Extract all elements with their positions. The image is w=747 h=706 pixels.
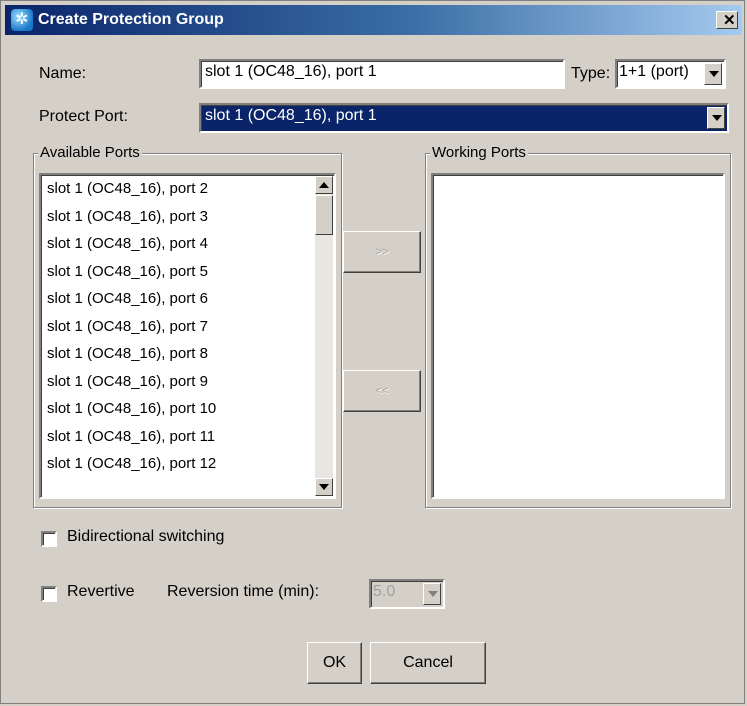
reversion-time-select[interactable]: 5.0 (369, 579, 445, 609)
list-item[interactable]: slot 1 (OC48_16), port 12 (47, 455, 216, 472)
available-ports-title: Available Ports (38, 144, 142, 161)
add-port-button[interactable]: >> (343, 231, 421, 273)
list-item[interactable]: slot 1 (OC48_16), port 11 (47, 428, 215, 445)
list-item[interactable]: slot 1 (OC48_16), port 6 (47, 290, 208, 307)
available-ports-scrollbar[interactable] (315, 176, 333, 496)
remove-port-button[interactable]: << (343, 370, 421, 412)
name-input-value: slot 1 (OC48_16), port 1 (205, 63, 377, 80)
revertive-checkbox[interactable] (41, 586, 57, 602)
protect-port-value: slot 1 (OC48_16), port 1 (205, 107, 377, 124)
type-dropdown-arrow-icon[interactable] (704, 63, 722, 85)
bidirectional-checkbox[interactable] (41, 531, 57, 547)
reversion-time-label: Reversion time (min): (167, 583, 320, 600)
title-bar[interactable]: ✲ Create Protection Group ✕ (5, 5, 742, 35)
scroll-thumb[interactable] (315, 195, 333, 235)
list-item[interactable]: slot 1 (OC48_16), port 8 (47, 345, 208, 362)
close-icon: ✕ (723, 12, 736, 29)
list-item[interactable]: slot 1 (OC48_16), port 10 (47, 400, 216, 417)
dialog-title: Create Protection Group (38, 11, 224, 28)
close-button[interactable]: ✕ (716, 11, 738, 29)
list-item[interactable]: slot 1 (OC48_16), port 7 (47, 318, 208, 335)
available-ports-list[interactable]: slot 1 (OC48_16), port 2 slot 1 (OC48_16)… (39, 173, 336, 499)
cancel-button[interactable]: Cancel (370, 642, 486, 684)
ok-button[interactable]: OK (307, 642, 362, 684)
list-item[interactable]: slot 1 (OC48_16), port 4 (47, 235, 208, 252)
app-icon: ✲ (11, 9, 33, 31)
list-item[interactable]: slot 1 (OC48_16), port 3 (47, 208, 208, 225)
name-input[interactable]: slot 1 (OC48_16), port 1 (199, 59, 565, 89)
working-ports-list[interactable] (431, 173, 725, 499)
type-select[interactable]: 1+1 (port) (615, 59, 726, 89)
name-label: Name: (39, 65, 87, 82)
list-item[interactable]: slot 1 (OC48_16), port 5 (47, 263, 208, 280)
protection-group-dialog: ✲ Create Protection Group ✕ Name: slot 1… (0, 0, 745, 704)
protect-port-dropdown-arrow-icon[interactable] (707, 107, 725, 129)
revertive-label: Revertive (67, 583, 135, 600)
list-item[interactable]: slot 1 (OC48_16), port 9 (47, 373, 208, 390)
scroll-up-icon[interactable] (315, 176, 333, 194)
list-item[interactable]: slot 1 (OC48_16), port 2 (47, 180, 208, 197)
protect-port-label: Protect Port: (39, 108, 128, 125)
type-label: Type: (571, 65, 611, 82)
reversion-dropdown-arrow-icon[interactable] (423, 583, 441, 605)
type-select-value: 1+1 (port) (619, 63, 689, 80)
protect-port-select[interactable]: slot 1 (OC48_16), port 1 (199, 103, 729, 133)
reversion-time-value: 5.0 (373, 583, 396, 600)
working-ports-title: Working Ports (430, 144, 528, 161)
scroll-down-icon[interactable] (315, 478, 333, 496)
bidirectional-label: Bidirectional switching (67, 528, 225, 545)
